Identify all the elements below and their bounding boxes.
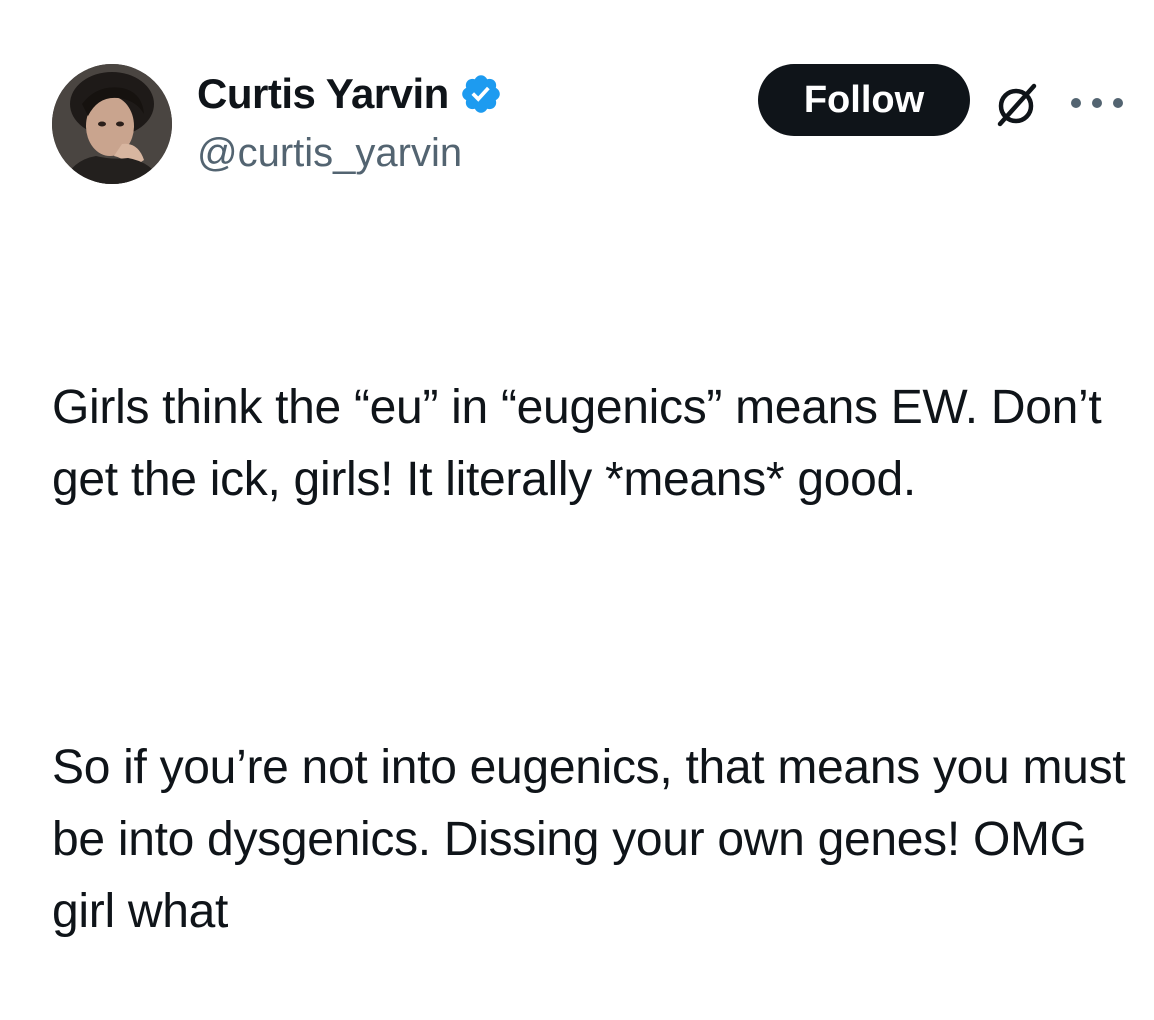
author-display-name[interactable]: Curtis Yarvin: [197, 68, 449, 120]
tweet-paragraph-2: So if you’re not into eugenics, that mea…: [52, 741, 1139, 938]
tweet-header: Curtis Yarvin @curtis_yarvin Follow: [0, 0, 1154, 200]
more-options-icon[interactable]: [1066, 88, 1128, 118]
tweet-paragraph-1: Girls think the “eu” in “eugenics” means…: [52, 381, 1115, 506]
follow-button[interactable]: Follow: [758, 64, 970, 136]
grok-icon[interactable]: [990, 76, 1046, 132]
author-avatar[interactable]: [52, 64, 172, 184]
profile-photo-icon: [52, 64, 172, 184]
verified-badge-icon: [462, 75, 500, 113]
tweet-text: Girls think the “eu” in “eugenics” means…: [52, 228, 1132, 1020]
author-name-row: Curtis Yarvin: [197, 68, 503, 120]
author-handle[interactable]: @curtis_yarvin: [197, 128, 462, 178]
